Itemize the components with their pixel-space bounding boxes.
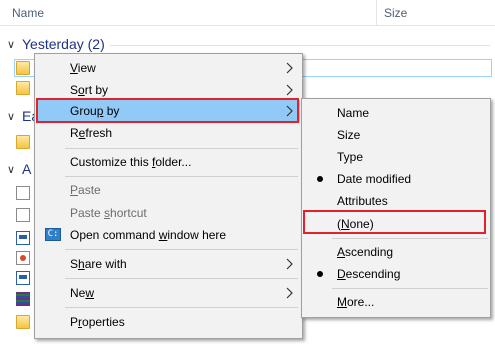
document-icon[interactable] (16, 231, 30, 245)
menu-item-label: Size (337, 128, 361, 142)
menu-item-customize-folder[interactable]: Customize this folder... (37, 151, 300, 173)
menu-separator (65, 278, 298, 279)
submenu-item-more[interactable]: More... (304, 291, 488, 313)
menu-item-label: Share with (70, 257, 127, 271)
context-menu: View Sort by Group by Refresh Customize … (34, 53, 303, 339)
chevron-right-icon (286, 258, 293, 270)
submenu-item-date-modified[interactable]: Date modified (304, 168, 488, 190)
menu-separator (332, 238, 488, 239)
chevron-right-icon (286, 62, 293, 74)
column-name-header[interactable]: Name (12, 6, 44, 20)
submenu-item-size[interactable]: Size (304, 124, 488, 146)
submenu-item-ascending[interactable]: Ascending (304, 241, 488, 263)
menu-item-view[interactable]: View (37, 57, 300, 79)
chevron-down-icon: ∨ (6, 110, 16, 123)
group-header-yesterday[interactable]: ∨ Yesterday (2) (4, 34, 105, 54)
menu-item-label: Group by (70, 104, 120, 118)
archive-icon[interactable] (16, 292, 30, 306)
group-label: Yesterday (2) (22, 36, 105, 52)
submenu-item-none[interactable]: (None) (304, 213, 488, 235)
menu-separator (65, 249, 298, 250)
menu-item-label: Open command window here (70, 228, 227, 242)
menu-item-group-by[interactable]: Group by (37, 100, 300, 122)
chevron-right-icon (286, 287, 293, 299)
menu-item-share-with[interactable]: Share with (37, 253, 300, 275)
menu-item-label: Type (337, 150, 364, 164)
menu-separator (65, 176, 298, 177)
menu-item-label: New (70, 286, 95, 300)
folder-icon[interactable] (16, 315, 30, 329)
group-divider (110, 45, 490, 46)
menu-item-open-command-window[interactable]: C: Open command window here (37, 224, 300, 246)
folder-icon[interactable] (16, 135, 30, 149)
menu-item-label: Attributes (337, 194, 388, 208)
menu-item-properties[interactable]: Properties (37, 311, 300, 333)
column-size-header[interactable]: Size (384, 6, 407, 20)
menu-item-paste-shortcut[interactable]: Paste shortcut (37, 202, 300, 224)
menu-item-new[interactable]: New (37, 282, 300, 304)
menu-item-label: Sort by (70, 83, 109, 97)
command-prompt-icon: C: (45, 228, 61, 241)
group-header-a-long-time-ago[interactable]: ∨ A l (4, 159, 38, 179)
column-divider[interactable] (376, 0, 377, 25)
menu-item-label: Ascending (337, 245, 394, 259)
file-icon[interactable] (16, 208, 30, 222)
menu-item-sort-by[interactable]: Sort by (37, 79, 300, 101)
group-by-submenu: Name Size Type Date modified Attributes … (301, 98, 491, 318)
menu-item-label: Refresh (70, 126, 113, 140)
menu-separator (65, 148, 298, 149)
bullet-check-icon (317, 176, 323, 182)
chevron-down-icon: ∨ (6, 38, 16, 51)
menu-separator (332, 288, 488, 289)
menu-item-label: More... (337, 295, 375, 309)
menu-item-label: View (70, 61, 96, 75)
chevron-right-icon (286, 105, 293, 117)
menu-item-refresh[interactable]: Refresh (37, 122, 300, 144)
menu-item-label: Date modified (337, 172, 412, 186)
column-header: Name Size (0, 0, 495, 26)
chevron-down-icon: ∨ (6, 163, 16, 176)
menu-item-label: Paste shortcut (70, 206, 147, 220)
menu-separator (65, 307, 298, 308)
menu-item-label: Paste (70, 183, 101, 197)
menu-item-label: Customize this folder... (70, 155, 192, 169)
submenu-item-name[interactable]: Name (304, 102, 488, 124)
document-icon[interactable] (16, 271, 30, 285)
submenu-item-descending[interactable]: Descending (304, 263, 488, 285)
file-icon[interactable] (16, 186, 30, 200)
menu-item-label: Name (337, 106, 370, 120)
submenu-item-type[interactable]: Type (304, 146, 488, 168)
menu-item-label: Properties (70, 315, 125, 329)
menu-item-label: (None) (337, 217, 374, 231)
image-file-icon[interactable] (16, 251, 30, 265)
menu-item-label: Descending (337, 267, 401, 281)
menu-item-paste[interactable]: Paste (37, 179, 300, 201)
bullet-check-icon (317, 271, 323, 277)
chevron-right-icon (286, 84, 293, 96)
folder-icon[interactable] (16, 61, 30, 75)
folder-icon[interactable] (16, 81, 30, 95)
submenu-item-attributes[interactable]: Attributes (304, 190, 488, 212)
